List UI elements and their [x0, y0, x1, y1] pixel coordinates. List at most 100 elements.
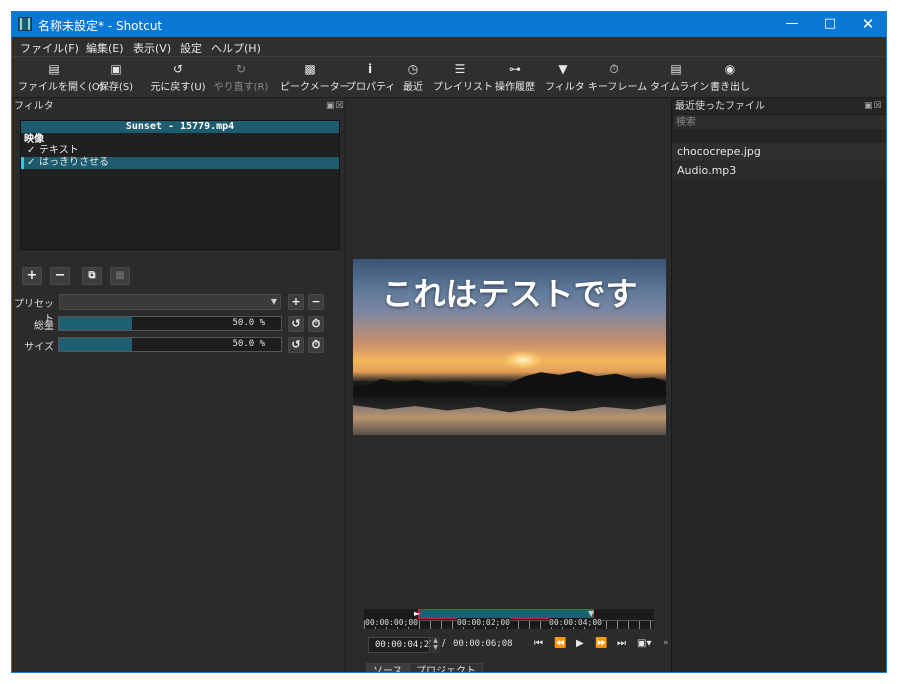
zoom-icon[interactable]: ▣▾ — [637, 638, 651, 649]
window-title: 名称未設定* - Shotcut — [38, 19, 163, 33]
funnel-icon: ▼ — [558, 62, 568, 76]
info-icon: i — [367, 62, 373, 76]
stopwatch-icon: ⏱ — [609, 62, 619, 76]
size-slider-fill — [59, 338, 132, 351]
recent-button[interactable]: ◷ 最近 — [399, 60, 427, 96]
menu-settings[interactable]: 設定 — [180, 40, 202, 56]
filters-panel-title: フィルタ — [14, 101, 54, 112]
filter-item-text[interactable]: ✓ テキスト — [21, 145, 339, 157]
current-timecode-field[interactable]: 00:00:04;27 — [368, 637, 435, 653]
disc-icon: ◉ — [724, 62, 736, 76]
checkbox-icon[interactable]: ✓ — [27, 145, 39, 157]
size-slider[interactable]: 50.0 % — [58, 337, 282, 352]
filters-panel: フィルタ ▣☒ Sunset - 15779.mp4 映像 ✓ テキスト ✓ はっき… — [12, 98, 346, 672]
total-duration: 00:00:06;08 — [453, 639, 513, 649]
fast-forward-icon[interactable]: ⏩ — [595, 638, 607, 649]
save-preset-button[interactable]: + — [288, 294, 304, 310]
in-point-marker-icon[interactable]: ► — [414, 609, 420, 618]
tick-label: 00:00:04;00 — [549, 618, 602, 627]
menu-bar: ファイル(F) 編集(E) 表示(V) 設定 ヘルプ(H) — [12, 37, 886, 57]
timecode-separator: / — [442, 638, 446, 649]
properties-button[interactable]: i プロパティ — [346, 60, 395, 96]
app-window: 名称未設定* - Shotcut — □ ✕ ファイル(F) 編集(E) 表示(… — [11, 11, 887, 673]
menu-file[interactable]: ファイル(F) — [20, 40, 79, 56]
checkbox-icon[interactable]: ✓ — [27, 157, 39, 169]
sun-glow — [503, 351, 543, 369]
filters-button[interactable]: ▼ フィルタ — [545, 60, 585, 96]
menu-edit[interactable]: 編集(E) — [86, 40, 124, 56]
main-toolbar: ▤ ファイルを開く(O) ▣ 保存(S) ↺ 元に戻す(U) ↻ やり直す(R)… — [12, 57, 886, 98]
list-item[interactable]: chococrepe.jpg — [672, 143, 886, 161]
undo-button[interactable]: ↺ 元に戻す(U) — [150, 60, 206, 96]
amount-label: 総量 — [34, 321, 54, 332]
remove-filter-button[interactable]: − — [50, 267, 70, 285]
minimize-button[interactable]: — — [772, 12, 812, 37]
water-reflection — [353, 397, 666, 413]
history-icon: ⊶ — [509, 62, 521, 76]
more-controls-icon[interactable]: » — [663, 638, 669, 648]
undo-icon: ↺ — [172, 62, 184, 76]
tab-source[interactable]: ソース — [366, 663, 410, 672]
size-label: サイズ — [24, 342, 54, 353]
amount-slider-fill — [59, 317, 132, 330]
chevron-down-icon: ▼ — [270, 297, 277, 306]
menu-view[interactable]: 表示(V) — [133, 40, 171, 56]
menu-help[interactable]: ヘルプ(H) — [211, 40, 261, 56]
maximize-button[interactable]: □ — [810, 12, 850, 37]
play-icon[interactable]: ▶ — [576, 638, 584, 649]
recent-files-panel: 最近使ったファイル ▣☒ 検索 chococrepe.jpg Audio.mp3 — [671, 98, 886, 672]
redo-button[interactable]: ↻ やり直す(R) — [213, 60, 269, 96]
timeline-button[interactable]: ▤ タイムライン — [650, 60, 709, 96]
list-icon: ☰ — [454, 62, 466, 76]
tick-label: 00:00:02;00 — [457, 618, 510, 627]
overlay-text: これはテストです — [381, 275, 638, 313]
peak-meter-button[interactable]: ▩ ピークメーター — [280, 60, 350, 96]
filter-item-sharpen[interactable]: ✓ はっきりさせる — [21, 157, 339, 169]
redo-icon: ↻ — [235, 62, 247, 76]
keyframes-button[interactable]: ⏱ キーフレーム — [588, 60, 647, 96]
size-value: 50.0 % — [232, 339, 265, 349]
filter-group-video: 映像 — [24, 134, 44, 145]
panel-float-close-icon[interactable]: ▣☒ — [326, 101, 345, 111]
recent-search-input[interactable]: 検索 — [672, 114, 886, 131]
delete-preset-button[interactable]: − — [308, 294, 324, 310]
skip-to-start-icon[interactable]: ⏮ — [534, 638, 543, 649]
playlist-button[interactable]: ☰ プレイリスト — [433, 60, 493, 96]
amount-slider[interactable]: 50.0 % — [58, 316, 282, 331]
close-button[interactable]: ✕ — [848, 12, 886, 37]
size-reset-icon[interactable]: ↺ — [288, 337, 304, 353]
list-item[interactable]: Audio.mp3 — [672, 162, 886, 180]
export-button[interactable]: ◉ 書き出し — [709, 60, 751, 96]
timeline-icon: ▤ — [670, 62, 682, 76]
paste-filter-button[interactable]: ▦ — [110, 267, 130, 285]
history-button[interactable]: ⊶ 操作履歴 — [493, 60, 537, 96]
title-bar: 名称未設定* - Shotcut — □ ✕ — [12, 12, 886, 37]
peak-meter-icon: ▩ — [304, 62, 316, 76]
size-keyframe-icon[interactable]: ⏱ — [308, 337, 324, 353]
rewind-icon[interactable]: ⏪ — [554, 638, 566, 649]
preset-dropdown[interactable]: ▼ — [59, 294, 281, 310]
clip-name: Sunset - 15779.mp4 — [21, 121, 339, 133]
panel-float-close-icon[interactable]: ▣☒ — [864, 101, 883, 111]
clock-icon: ◷ — [407, 62, 419, 76]
save-button[interactable]: ▣ 保存(S) — [96, 60, 136, 96]
out-point-marker-icon[interactable]: ▼ — [588, 609, 594, 618]
tab-project[interactable]: プロジェクト — [409, 663, 483, 672]
recent-panel-title: 最近使ったファイル — [675, 101, 765, 112]
folder-icon: ▤ — [48, 62, 60, 76]
timecode-spinner[interactable]: ▲ ▼ — [431, 637, 440, 653]
tick-label: 00:00:00;00 — [365, 618, 418, 627]
amount-keyframe-icon[interactable]: ⏱ — [308, 316, 324, 332]
video-preview[interactable]: これはテストです — [353, 259, 666, 435]
player-scrubber[interactable]: ► ▼ 00:00:00;00 00:00:02;00 00:00:04;00 — [364, 609, 654, 629]
player-panel: これはテストです ► ▼ 00:00:00;00 00:00:02;00 00:… — [347, 98, 671, 672]
treeline — [353, 371, 666, 397]
amount-value: 50.0 % — [232, 318, 265, 328]
save-icon: ▣ — [110, 62, 122, 76]
open-file-button[interactable]: ▤ ファイルを開く(O) — [18, 60, 104, 96]
add-filter-button[interactable]: + — [22, 267, 42, 285]
amount-reset-icon[interactable]: ↺ — [288, 316, 304, 332]
skip-to-end-icon[interactable]: ⏭ — [617, 638, 626, 649]
shotcut-logo-icon — [18, 17, 32, 31]
copy-filter-button[interactable]: ⧉ — [82, 267, 102, 285]
